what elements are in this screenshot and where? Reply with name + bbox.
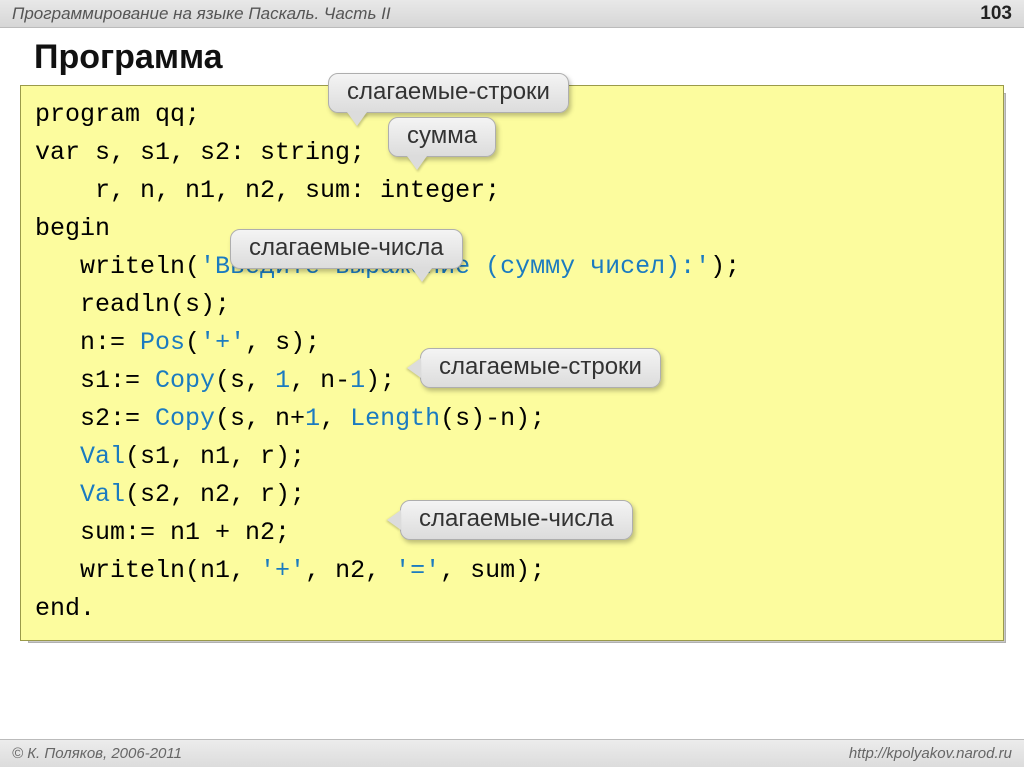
callout-tail-icon [347,112,367,126]
code-string: '+' [200,328,245,357]
code-line: begin [35,214,110,243]
code-line: readln(s); [35,290,230,319]
header-title: Программирование на языке Паскаль. Часть… [12,4,391,24]
code-part: s1:= [35,366,155,395]
callout-sum: сумма [388,117,496,157]
copyright: © К. Поляков, 2006-2011 [12,745,182,762]
code-func: Val [80,480,125,509]
slide-footer: © К. Поляков, 2006-2011 http://kpolyakov… [0,739,1024,767]
code-part: ( [185,328,200,357]
footer-url: http://kpolyakov.narod.ru [849,745,1012,762]
code-func: Val [80,442,125,471]
code-part: s2:= [35,404,155,433]
callout-addend-strings-top: слагаемые-строки [328,73,569,113]
code-part: , s); [245,328,320,357]
callout-addend-numbers-top: слагаемые-числа [230,229,463,269]
code-block: program qq; var s, s1, s2: string; r, n,… [20,85,1004,641]
code-part: , n2, [305,556,395,585]
code-part: (s1, n1, r); [125,442,305,471]
code-part: (s)-n); [440,404,545,433]
callout-tail-icon [407,358,421,378]
slide-content: Программа program qq; var s, s1, s2: str… [0,28,1024,641]
callout-label: слагаемые-строки [439,353,642,380]
code-part: , [320,404,350,433]
code-part: ); [365,366,395,395]
code-part: writeln( [35,252,200,281]
code-func: Pos [140,328,185,357]
code-line: program qq; [35,100,200,129]
callout-label: слагаемые-числа [419,505,614,532]
code-num: 1 [305,404,320,433]
callout-label: сумма [407,122,477,149]
code-part: , n- [290,366,350,395]
code-num: 1 [275,366,290,395]
code-line: r, n, n1, n2, sum: integer; [35,176,500,205]
code-num: 1 [350,366,365,395]
callout-label: слагаемые-строки [347,78,550,105]
code-line: end. [35,594,95,623]
code-part [35,442,80,471]
code-string: '+' [260,556,305,585]
code-part: (s, n+ [215,404,305,433]
slide-header: Программирование на языке Паскаль. Часть… [0,0,1024,28]
callout-tail-icon [387,510,401,530]
callout-tail-icon [407,156,427,170]
callout-addend-numbers-bottom: слагаемые-числа [400,500,633,540]
callout-tail-icon [412,268,432,282]
code-part: n:= [35,328,140,357]
code-part: , sum); [440,556,545,585]
code-part: ); [710,252,740,281]
code-func: Copy [155,404,215,433]
code-string: '=' [395,556,440,585]
code-line: var s, s1, s2: string; [35,138,365,167]
callout-addend-strings-mid: слагаемые-строки [420,348,661,388]
code-part: writeln(n1, [35,556,260,585]
page-number: 103 [980,3,1012,25]
code-line: sum:= n1 + n2; [35,518,290,547]
code-part: (s2, n2, r); [125,480,305,509]
code-part: (s, [215,366,275,395]
code-func: Copy [155,366,215,395]
callout-label: слагаемые-числа [249,234,444,261]
code-func: Length [350,404,440,433]
slide-title: Программа [34,38,1004,77]
code-part [35,480,80,509]
